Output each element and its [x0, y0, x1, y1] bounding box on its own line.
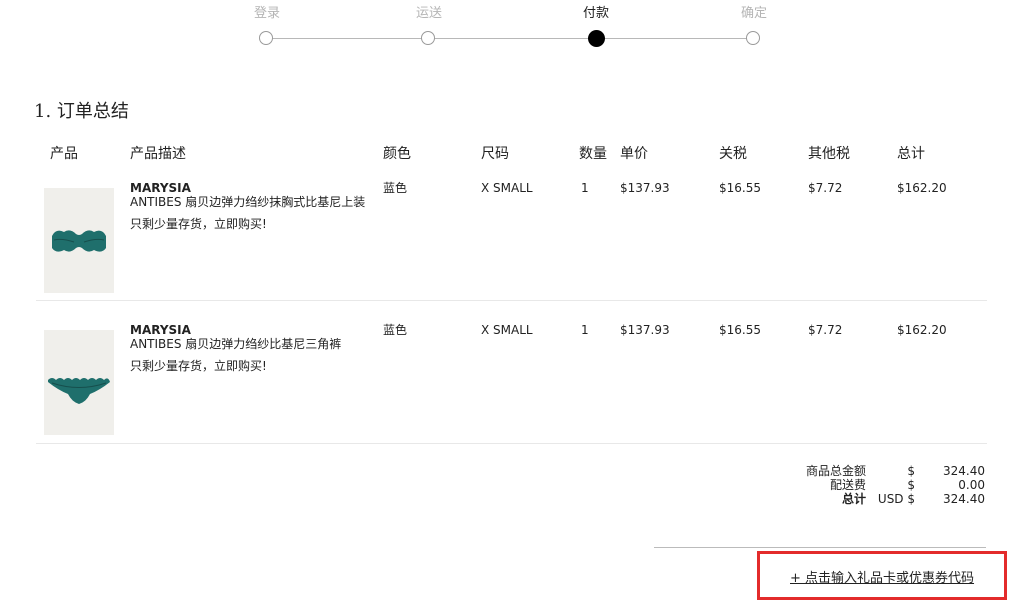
product-other-tax: $7.72 [808, 323, 843, 337]
step-label: 登录 [253, 6, 280, 21]
header-total: 总计 [897, 146, 925, 162]
stock-notice: 只剩少量存货，立即购买! [130, 359, 267, 373]
product-qty: 1 [581, 323, 589, 337]
subtotal-currency: $ [907, 464, 915, 478]
step-dot [259, 31, 273, 45]
step-label: 付款 [582, 6, 609, 21]
step-confirm: 确定 [694, 0, 814, 45]
header-size: 尺码 [481, 146, 509, 162]
subtotal-value: 324.40 [943, 464, 985, 478]
step-dot [746, 31, 760, 45]
product-color: 蓝色 [383, 181, 408, 195]
product-description: MARYSIA ANTIBES 扇贝边弹力绉纱抹胸式比基尼上装 只剩少量存货，立… [130, 181, 378, 231]
step-dot-active [588, 30, 605, 47]
product-duty: $16.55 [719, 181, 761, 195]
product-duty: $16.55 [719, 323, 761, 337]
header-unit-price: 单价 [620, 146, 648, 162]
header-color: 颜色 [383, 146, 411, 162]
table-row: MARYSIA ANTIBES 扇贝边弹力绉纱比基尼三角裤 只剩少量存货，立即购… [36, 322, 987, 444]
product-brand: MARYSIA [130, 323, 191, 337]
shipping-value: 0.00 [958, 478, 985, 492]
header-other-tax: 其他税 [808, 146, 850, 162]
row-divider [36, 300, 987, 301]
product-total: $162.20 [897, 181, 947, 195]
bikini-top-illustration [44, 188, 114, 293]
gift-card-coupon-link[interactable]: + 点击输入礼品卡或优惠券代码 [790, 567, 974, 586]
subtotal-label: 商品总金额 [805, 464, 866, 478]
total-label: 总计 [841, 492, 866, 506]
product-brand: MARYSIA [130, 181, 191, 195]
header-product: 产品 [50, 146, 78, 162]
shipping-currency: $ [907, 478, 915, 492]
shipping-label: 配送费 [829, 478, 866, 492]
product-name[interactable]: ANTIBES 扇贝边弹力绉纱抹胸式比基尼上装 [130, 195, 378, 209]
product-name[interactable]: ANTIBES 扇贝边弹力绉纱比基尼三角裤 [130, 337, 378, 351]
product-qty: 1 [581, 181, 589, 195]
header-duty: 关税 [719, 146, 747, 162]
step-shipping[interactable]: 运送 [369, 0, 489, 45]
checkout-page: 登录 运送 付款 确定 1. 订单总结 产品 产品描述 颜色 尺码 数量 单价 … [0, 0, 1023, 602]
bikini-bottom-illustration [44, 330, 114, 435]
step-login[interactable]: 登录 [207, 0, 327, 45]
step-label: 确定 [740, 6, 767, 21]
table-row: MARYSIA ANTIBES 扇贝边弹力绉纱抹胸式比基尼上装 只剩少量存货，立… [36, 180, 987, 301]
header-qty: 数量 [579, 146, 607, 162]
summary-divider [654, 547, 986, 548]
step-payment: 付款 [536, 0, 656, 47]
product-size: X SMALL [481, 181, 533, 195]
step-dot [421, 31, 435, 45]
product-image-bikini-bottom[interactable] [44, 330, 114, 435]
product-total: $162.20 [897, 323, 947, 337]
total-value: 324.40 [943, 492, 985, 506]
step-label: 运送 [415, 6, 442, 21]
total-currency: USD $ [877, 492, 915, 506]
row-divider [36, 443, 987, 444]
order-summary-title: 1. 订单总结 [34, 101, 129, 122]
product-other-tax: $7.72 [808, 181, 843, 195]
product-unit-price: $137.93 [620, 323, 670, 337]
stepper-line [266, 38, 754, 39]
stock-notice: 只剩少量存货，立即购买! [130, 217, 267, 231]
product-size: X SMALL [481, 323, 533, 337]
product-image-bikini-top[interactable] [44, 188, 114, 293]
header-description: 产品描述 [130, 146, 186, 162]
product-unit-price: $137.93 [620, 181, 670, 195]
product-color: 蓝色 [383, 323, 408, 337]
product-description: MARYSIA ANTIBES 扇贝边弹力绉纱比基尼三角裤 只剩少量存货，立即购… [130, 323, 378, 373]
